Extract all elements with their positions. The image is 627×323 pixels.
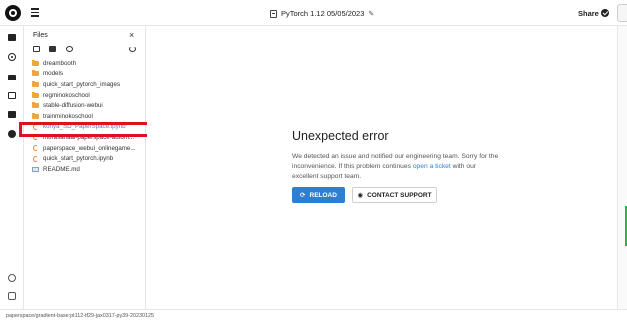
new-file-icon[interactable] <box>33 46 40 52</box>
pencil-icon[interactable]: ✎ <box>368 10 374 18</box>
file-item[interactable]: quick_start_pytorch.ipynb <box>32 153 146 164</box>
file-label: paperspace_webui_onlinegame... <box>43 144 136 152</box>
kernel-icon[interactable] <box>8 53 16 61</box>
notebook-title-area[interactable]: PyTorch 1.12 05/05/2023 ✎ <box>270 7 374 20</box>
folder-icon <box>32 59 39 66</box>
error-title: Unexpected error <box>292 129 389 143</box>
file-label: models <box>43 70 63 78</box>
files-folder-icon[interactable] <box>8 34 16 41</box>
file-list: dreambooth models quick_start_pytorch_im… <box>32 58 146 175</box>
file-label: dreambooth <box>43 59 77 67</box>
file-item[interactable]: regminokoschool <box>32 90 146 101</box>
terminal-icon[interactable] <box>8 111 16 118</box>
close-icon[interactable]: × <box>129 30 134 40</box>
support-icon: ◉ <box>357 192 364 199</box>
open-ticket-link[interactable]: open a ticket <box>413 163 451 170</box>
side-panel-toggle[interactable] <box>617 4 627 22</box>
contact-support-label: CONTACT SUPPORT <box>367 191 432 199</box>
settings-icon[interactable] <box>8 292 16 300</box>
file-label: regminokoschool <box>43 91 90 99</box>
file-label: README.md <box>43 165 80 173</box>
history-icon[interactable] <box>8 130 16 138</box>
folder-icon <box>32 112 39 119</box>
share-chevron-icon[interactable] <box>601 9 609 17</box>
contact-support-button[interactable]: ◉ CONTACT SUPPORT <box>352 187 437 203</box>
markdown-file-icon <box>32 166 39 172</box>
main-content: Unexpected error We detected an issue an… <box>147 26 617 309</box>
files-panel-title: Files <box>33 32 48 39</box>
left-icon-rail <box>0 26 24 309</box>
folder-icon <box>32 102 39 109</box>
app-root: PyTorch 1.12 05/05/2023 ✎ Share Files × … <box>0 0 627 323</box>
file-item[interactable]: trainminokoschool <box>32 111 146 122</box>
notebook-icon <box>33 155 38 162</box>
files-panel: Files × dreambooth models quick_start_py… <box>25 26 146 309</box>
file-item[interactable]: dreambooth <box>32 58 146 69</box>
file-item[interactable]: paperspace_webui_onlinegame... <box>32 143 146 154</box>
hamburger-menu-icon[interactable] <box>31 8 39 17</box>
help-icon[interactable] <box>8 274 16 282</box>
reload-label: RELOAD <box>309 191 337 199</box>
folder-icon <box>32 91 39 98</box>
top-bar: PyTorch 1.12 05/05/2023 ✎ Share <box>0 0 627 26</box>
status-bar: paperspace/gradient-base:pt112-tf29-jax0… <box>0 309 627 323</box>
new-folder-icon[interactable] <box>66 46 73 52</box>
file-item[interactable]: quick_start_pytorch_images <box>32 79 146 90</box>
metrics-icon[interactable] <box>8 92 16 99</box>
error-message: We detected an issue and notified our en… <box>292 152 504 181</box>
file-label: quick_start_pytorch_images <box>43 80 121 88</box>
refresh-icon[interactable] <box>129 46 136 52</box>
file-item[interactable]: models <box>32 69 146 80</box>
file-label: quick_start_pytorch.ipynb <box>43 155 114 163</box>
right-side-strip <box>617 26 627 309</box>
file-label: stable-diffusion-webui <box>43 102 103 110</box>
folder-icon <box>32 70 39 77</box>
notebook-title: PyTorch 1.12 05/05/2023 <box>281 9 365 18</box>
file-label: trainminokoschool <box>43 112 93 120</box>
red-highlight-box <box>19 122 150 137</box>
refresh-icon: ⟳ <box>300 192 306 199</box>
folder-icon <box>32 80 39 87</box>
reload-button[interactable]: ⟳ RELOAD <box>292 187 345 203</box>
notebook-icon <box>270 9 277 18</box>
datasets-icon[interactable] <box>8 75 16 80</box>
share-button[interactable]: Share <box>578 9 599 18</box>
paperspace-logo[interactable] <box>5 5 21 21</box>
file-item[interactable]: README.md <box>32 164 146 175</box>
file-item[interactable]: stable-diffusion-webui <box>32 100 146 111</box>
upload-icon[interactable] <box>49 46 56 52</box>
notebook-icon <box>33 145 38 152</box>
